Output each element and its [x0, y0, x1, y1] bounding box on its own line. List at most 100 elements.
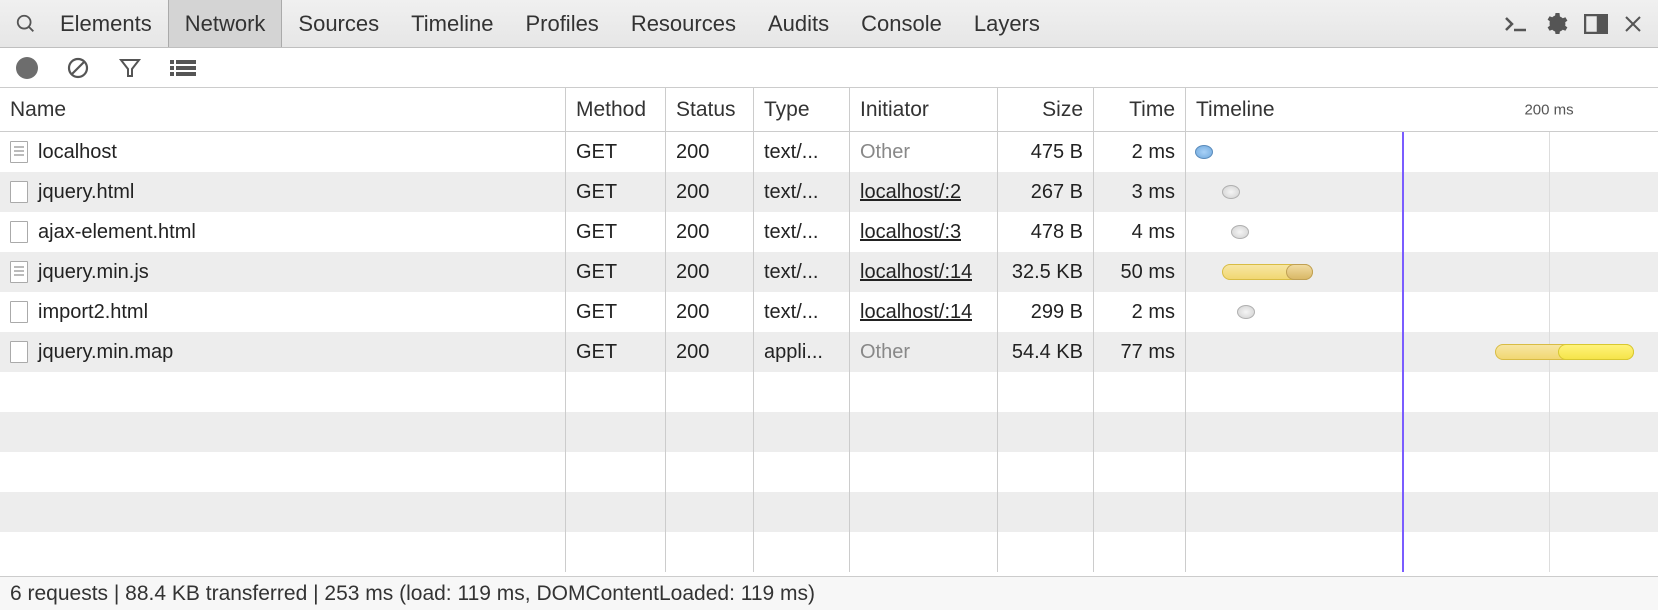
timing-dot [1231, 225, 1249, 239]
request-size: 299 B [1031, 301, 1083, 324]
timing-dot [1222, 185, 1240, 199]
settings-gear-icon[interactable] [1544, 12, 1568, 36]
network-table-body: localhostGET200text/...Other475 B2 msjqu… [0, 132, 1658, 576]
domcontentloaded-line [1402, 492, 1404, 532]
column-header-initiator[interactable]: Initiator [850, 88, 998, 131]
column-header-timeline[interactable]: Timeline 200 ms [1186, 88, 1658, 131]
domcontentloaded-line [1402, 172, 1404, 212]
table-row [0, 452, 1658, 492]
request-time: 4 ms [1132, 221, 1175, 244]
dock-side-icon[interactable] [1584, 14, 1608, 34]
search-icon[interactable] [8, 13, 44, 35]
request-method: GET [576, 221, 617, 244]
table-row[interactable]: ajax-element.html GET 200 text/... localhost… [0, 212, 1658, 252]
column-header-status[interactable]: Status [666, 88, 754, 131]
request-type: text/... [764, 141, 818, 164]
request-type: appli... [764, 341, 823, 364]
table-row [0, 492, 1658, 532]
timing-bar-receive [1558, 344, 1634, 360]
request-type: text/... [764, 261, 818, 284]
request-initiator[interactable]: localhost/:3 [860, 221, 961, 244]
request-size: 32.5 KB [1012, 261, 1083, 284]
request-method: GET [576, 261, 617, 284]
timing-dot [1195, 145, 1213, 159]
tab-audits[interactable]: Audits [752, 0, 845, 47]
devtools-tabbar: ElementsNetworkSourcesTimelineProfilesRe… [0, 0, 1658, 48]
request-name: jquery.min.js [38, 261, 149, 284]
request-method: GET [576, 341, 617, 364]
table-row[interactable]: jquery.htmlGET200text/...localhost/:2267… [0, 172, 1658, 212]
tab-timeline[interactable]: Timeline [395, 0, 509, 47]
request-initiator[interactable]: localhost/:14 [860, 301, 972, 324]
close-icon[interactable] [1624, 15, 1642, 33]
tab-network[interactable]: Network [168, 0, 283, 47]
file-icon [10, 301, 28, 323]
column-header-type[interactable]: Type [754, 88, 850, 131]
timing-dot [1237, 305, 1255, 319]
request-time: 2 ms [1132, 141, 1175, 164]
topbar-right-icons [1504, 12, 1650, 36]
record-button[interactable] [16, 57, 38, 79]
filter-icon[interactable] [118, 56, 142, 80]
file-icon [10, 181, 28, 203]
file-icon [10, 261, 28, 283]
request-time: 2 ms [1132, 301, 1175, 324]
tab-elements[interactable]: Elements [44, 0, 168, 47]
domcontentloaded-line [1402, 452, 1404, 492]
request-type: text/... [764, 301, 818, 324]
tab-sources[interactable]: Sources [282, 0, 395, 47]
console-drawer-icon[interactable] [1504, 14, 1528, 34]
request-time: 3 ms [1132, 181, 1175, 204]
request-status: 200 [676, 141, 709, 164]
domcontentloaded-line [1402, 412, 1404, 452]
timeline-header-label: Timeline [1196, 98, 1275, 122]
table-row [0, 372, 1658, 412]
file-icon [10, 341, 28, 363]
status-text: 6 requests | 88.4 KB transferred | 253 m… [10, 582, 815, 606]
table-row[interactable]: jquery.min.js GET 200 text/... localhost/:14… [0, 252, 1658, 292]
request-method: GET [576, 141, 617, 164]
tab-console[interactable]: Console [845, 0, 958, 47]
table-row[interactable]: import2.html GET 200 text/... localhost/:14 2… [0, 292, 1658, 332]
column-header-time[interactable]: Time [1094, 88, 1186, 131]
request-status: 200 [676, 221, 709, 244]
request-initiator: Other [860, 341, 910, 364]
request-name: localhost [38, 141, 117, 164]
tab-layers[interactable]: Layers [958, 0, 1056, 47]
request-size: 267 B [1031, 181, 1083, 204]
tab-profiles[interactable]: Profiles [509, 0, 614, 47]
domcontentloaded-line [1402, 372, 1404, 412]
request-initiator[interactable]: localhost/:2 [860, 181, 961, 204]
network-table-header: Name Method Status Type Initiator Size T… [0, 88, 1658, 132]
overview-toggle-icon[interactable] [170, 58, 196, 78]
request-name: import2.html [38, 301, 148, 324]
domcontentloaded-line [1402, 132, 1404, 172]
request-type: text/... [764, 221, 818, 244]
request-initiator: Other [860, 141, 910, 164]
table-row[interactable]: jquery.min.mapGET200appli...Other54.4 KB… [0, 332, 1658, 372]
request-type: text/... [764, 181, 818, 204]
request-status: 200 [676, 261, 709, 284]
panel-tabs: ElementsNetworkSourcesTimelineProfilesRe… [44, 0, 1056, 47]
request-status: 200 [676, 301, 709, 324]
request-initiator[interactable]: localhost/:14 [860, 261, 972, 284]
status-bar: 6 requests | 88.4 KB transferred | 253 m… [0, 576, 1658, 610]
clear-icon[interactable] [66, 56, 90, 80]
request-status: 200 [676, 181, 709, 204]
table-row[interactable]: localhostGET200text/...Other475 B2 ms [0, 132, 1658, 172]
column-header-name[interactable]: Name [0, 88, 566, 131]
request-time: 77 ms [1121, 341, 1175, 364]
table-row [0, 412, 1658, 452]
request-name: jquery.html [38, 181, 134, 204]
request-size: 478 B [1031, 221, 1083, 244]
tab-resources[interactable]: Resources [615, 0, 752, 47]
request-status: 200 [676, 341, 709, 364]
file-icon [10, 141, 28, 163]
domcontentloaded-line [1402, 292, 1404, 332]
column-header-method[interactable]: Method [566, 88, 666, 131]
request-method: GET [576, 301, 617, 324]
file-icon [10, 221, 28, 243]
request-name: jquery.min.map [38, 341, 173, 364]
column-header-size[interactable]: Size [998, 88, 1094, 131]
request-name: ajax-element.html [38, 221, 196, 244]
